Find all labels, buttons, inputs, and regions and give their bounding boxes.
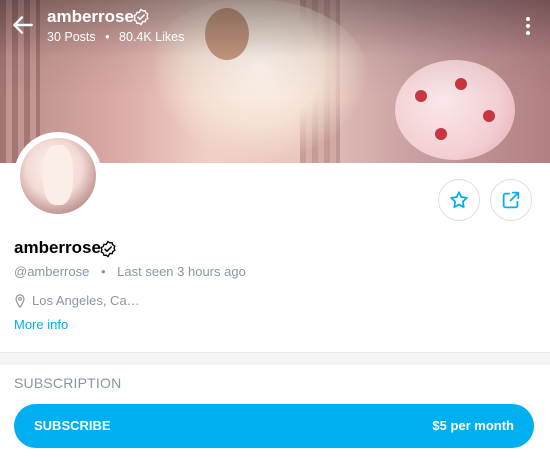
profile-handle-row: @amberrose • Last seen 3 hours ago bbox=[14, 264, 246, 279]
subscribe-price: $5 per month bbox=[432, 418, 514, 433]
likes-count: 80.4K Likes bbox=[119, 30, 185, 44]
profile-handle: @amberrose bbox=[14, 264, 90, 279]
share-button[interactable] bbox=[490, 179, 532, 221]
favorite-button[interactable] bbox=[438, 179, 480, 221]
avatar-figure bbox=[43, 145, 73, 205]
handle-separator: • bbox=[100, 264, 106, 279]
location-text: Los Angeles, Ca… bbox=[32, 293, 140, 308]
share-icon bbox=[502, 191, 520, 209]
header-username: amberrose bbox=[47, 7, 134, 26]
header-stats: 30 Posts • 80.4K Likes bbox=[47, 30, 184, 44]
more-info-link[interactable]: More info bbox=[14, 317, 68, 332]
stats-separator: • bbox=[105, 30, 110, 44]
avatar[interactable] bbox=[14, 132, 102, 220]
subscribe-label: SUBSCRIBE bbox=[34, 418, 111, 433]
star-icon bbox=[450, 191, 468, 208]
more-vertical-icon[interactable] bbox=[520, 14, 536, 38]
section-divider bbox=[0, 352, 550, 365]
posts-count: 30 Posts bbox=[47, 30, 96, 44]
subscribe-button[interactable]: SUBSCRIBE $5 per month bbox=[14, 404, 534, 448]
verified-icon bbox=[100, 240, 116, 258]
verified-icon bbox=[133, 8, 149, 26]
profile-name: amberrose bbox=[14, 238, 101, 257]
top-bar: amberrose 30 Posts • 80.4K Likes bbox=[0, 0, 550, 48]
location-row: Los Angeles, Ca… bbox=[14, 293, 140, 309]
subscription-heading: SUBSCRIPTION bbox=[14, 375, 122, 391]
back-arrow-icon[interactable] bbox=[10, 12, 36, 38]
location-pin-icon bbox=[15, 294, 25, 309]
last-seen: Last seen 3 hours ago bbox=[117, 264, 246, 279]
